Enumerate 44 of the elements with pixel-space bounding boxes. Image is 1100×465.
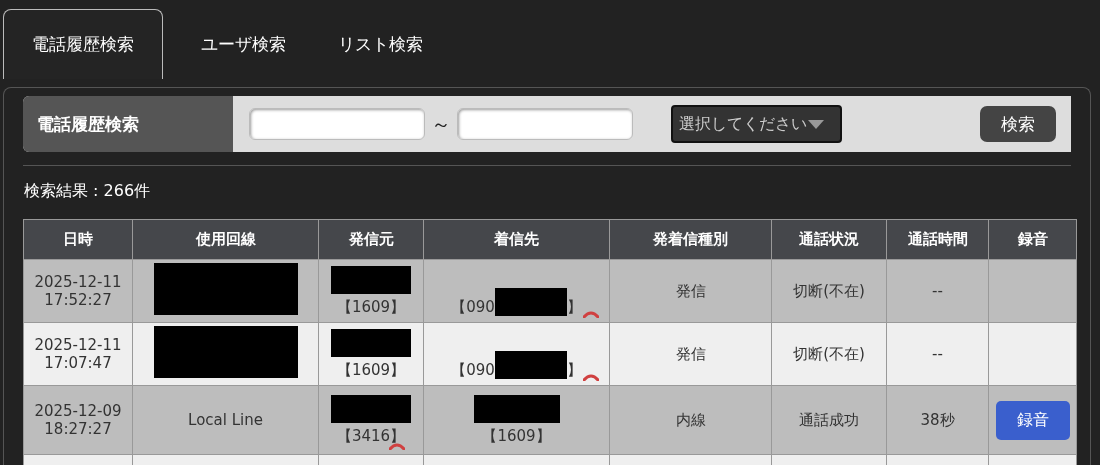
search-label: 電話履歴検索: [23, 96, 233, 152]
duration-cell: 38秒: [886, 385, 989, 455]
hang-up-icon: [583, 374, 599, 381]
column-header: 着信先: [423, 219, 610, 260]
hang-up-icon: [583, 311, 599, 318]
direction-cell: 発信: [609, 259, 772, 323]
phone-suffix: 】: [566, 360, 582, 380]
extension-number: 【1609】: [336, 297, 406, 317]
status-cell: 通話成功: [771, 385, 887, 455]
end-date-field[interactable]: [457, 108, 633, 140]
caret-icon: [808, 119, 824, 129]
phone-prefix: 【090: [451, 297, 495, 317]
hang-up-icon: [389, 443, 405, 450]
status-cell: 切断(不在): [771, 322, 887, 386]
duration-cell: --: [886, 322, 989, 386]
direction-cell: 内線: [609, 385, 772, 455]
start-date-field[interactable]: [249, 108, 425, 140]
duration-cell: --: [886, 259, 989, 323]
type-dropdown[interactable]: 選択してください: [671, 105, 842, 143]
tab[interactable]: リスト検索: [312, 9, 449, 79]
search-button[interactable]: 検索: [980, 106, 1056, 142]
date-cell: 2025-12-11 17:52:27: [23, 259, 133, 323]
extension-number: 【3416】: [336, 426, 406, 446]
column-header: 使用回線: [132, 219, 319, 260]
tab[interactable]: 電話履歴検索: [3, 9, 163, 79]
column-header: 通話時間: [886, 219, 989, 260]
column-header: 発信元: [318, 219, 424, 260]
tab[interactable]: ユーザ検索: [175, 9, 312, 79]
recording-button[interactable]: 録音: [995, 400, 1070, 440]
line-name: Local Line: [188, 411, 263, 429]
extension-number: 【1609】: [482, 426, 551, 446]
status-cell: 切断(不在): [771, 259, 887, 323]
date-cell: 2025-12-09 18:27:27: [23, 385, 133, 455]
column-header: 通話状況: [771, 219, 887, 260]
range-separator: ～: [431, 110, 451, 138]
date-cell: 2025-12-11 17:07:47: [23, 322, 133, 386]
phone-suffix: 】: [566, 297, 582, 317]
direction-cell: 発信: [609, 322, 772, 386]
column-header: 録音: [988, 219, 1077, 260]
column-header: 日時: [23, 219, 133, 260]
result-count: 検索結果 : 266件: [24, 181, 151, 202]
column-header: 発着信種別: [609, 219, 772, 260]
phone-prefix: 【090: [451, 360, 495, 380]
extension-number: 【1609】: [336, 360, 406, 380]
